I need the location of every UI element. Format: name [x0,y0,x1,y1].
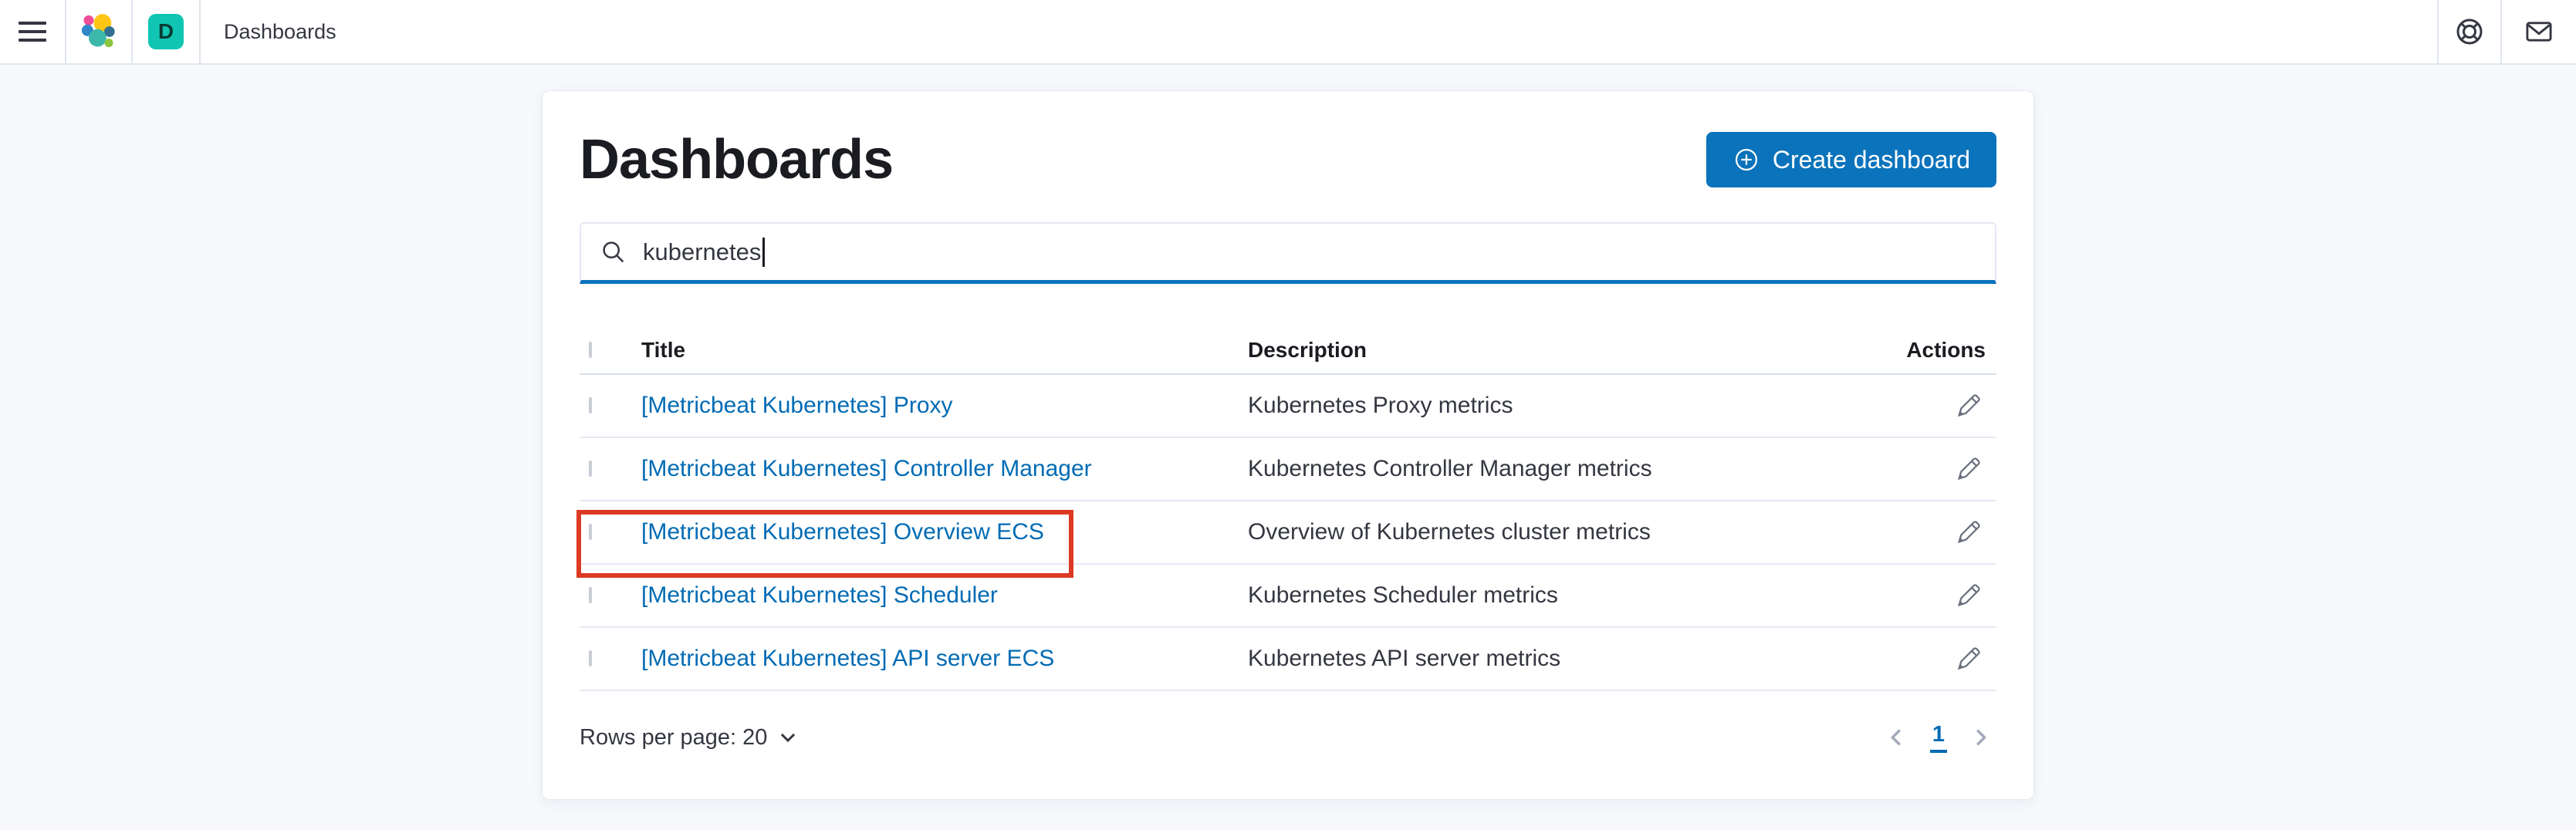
chevron-down-icon [778,727,798,747]
column-header-description: Description [1248,338,1873,363]
menu-button[interactable] [0,0,65,63]
select-all-checkbox[interactable] [589,342,592,358]
column-header-title[interactable]: Title [641,338,1248,363]
help-life-ring-icon [2454,16,2485,47]
table-header-row: Title Description Actions [580,327,1996,375]
edit-button[interactable] [1952,579,1986,612]
edit-button[interactable] [1952,515,1986,549]
dashboard-description: Kubernetes Proxy metrics [1248,393,1873,419]
top-navigation-bar: D Dashboards [0,0,2576,65]
edit-button[interactable] [1952,642,1986,676]
elastic-logo [79,12,119,52]
dashboard-description: Kubernetes API server metrics [1248,646,1873,672]
edit-button[interactable] [1952,389,1986,423]
column-header-actions: Actions [1873,338,1996,363]
table-row-highlighted: [Metricbeat Kubernetes] Overview ECS Ove… [580,501,1996,565]
create-dashboard-label: Create dashboard [1773,146,1970,174]
rows-per-page-button[interactable]: Rows per page: 20 [580,725,798,751]
plus-circle-icon [1733,146,1760,174]
text-caret [762,238,765,267]
table-row: [Metricbeat Kubernetes] Scheduler Kubern… [580,565,1996,628]
dashboard-link[interactable]: [Metricbeat Kubernetes] API server ECS [641,646,1054,671]
next-page-button[interactable] [1969,726,1992,749]
dashboard-app-badge: D [148,14,184,49]
row-checkbox[interactable] [589,587,592,603]
dashboard-description: Kubernetes Controller Manager metrics [1248,456,1873,482]
page-number-1[interactable]: 1 [1930,722,1947,753]
row-checkbox[interactable] [589,397,592,413]
help-button[interactable] [2439,0,2500,63]
dashboards-panel: Dashboards Create dashboard kubernetes [542,90,2034,800]
rows-per-page-label: Rows per page: 20 [580,725,767,751]
app-badge-section: D [133,0,199,63]
row-checkbox[interactable] [589,524,592,540]
page-title: Dashboards [580,128,893,191]
dashboard-link[interactable]: [Metricbeat Kubernetes] Proxy [641,393,953,418]
table-row: [Metricbeat Kubernetes] Proxy Kubernetes… [580,375,1996,438]
chevron-left-icon [1885,726,1908,749]
dashboard-link[interactable]: [Metricbeat Kubernetes] Scheduler [641,582,998,608]
dashboard-description: Kubernetes Scheduler metrics [1248,582,1873,609]
table-row: [Metricbeat Kubernetes] API server ECS K… [580,628,1996,691]
chevron-right-icon [1969,726,1992,749]
search-icon [600,238,627,266]
dashboard-link[interactable]: [Metricbeat Kubernetes] Controller Manag… [641,456,1092,481]
previous-page-button[interactable] [1885,726,1908,749]
search-input[interactable]: kubernetes [580,222,1996,284]
row-checkbox[interactable] [589,461,592,477]
pagination: 1 [1885,722,1996,753]
elastic-logo-link[interactable] [66,0,131,63]
search-value: kubernetes [643,238,761,266]
envelope-icon [2523,15,2555,48]
newsfeed-button[interactable] [2502,0,2576,63]
row-checkbox[interactable] [589,650,592,666]
table-row: [Metricbeat Kubernetes] Controller Manag… [580,438,1996,501]
create-dashboard-button[interactable]: Create dashboard [1706,132,1996,187]
edit-button[interactable] [1952,452,1986,486]
dashboard-link[interactable]: [Metricbeat Kubernetes] Overview ECS [641,519,1044,545]
breadcrumb: Dashboards [201,0,336,63]
table-footer: Rows per page: 20 1 [580,716,1996,759]
dashboard-description: Overview of Kubernetes cluster metrics [1248,519,1873,545]
hamburger-menu-icon [19,22,46,42]
dashboards-table: Title Description Actions [Metricbeat Ku… [580,327,1996,759]
